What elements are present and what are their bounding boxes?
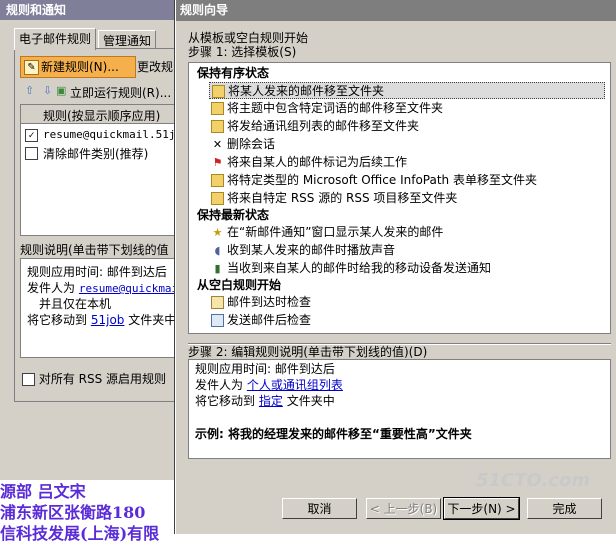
desc-line: 发件人为 resume@quickmai <box>27 281 179 295</box>
template-list: 保持有序状态 将某人发来的邮件移至文件夹 将主题中包含特定词语的邮件移至文件夹 … <box>188 62 611 334</box>
description-line: 规则应用时间: 邮件到达后 <box>195 362 335 376</box>
description-line: 将它移动到 指定 文件夹中 <box>195 394 335 408</box>
rule-label: resume@quickmail.51job <box>43 128 189 141</box>
new-rule-button[interactable]: ✎ 新建规则(N)... <box>20 56 136 78</box>
move-down-icon[interactable]: ⇩ <box>43 84 52 97</box>
step1-label: 步骤 1: 选择模板(S) <box>188 45 297 59</box>
group-heading: 保持最新状态 <box>197 208 270 222</box>
change-rule-button[interactable]: 更改规 <box>137 58 173 75</box>
star-icon: ★ <box>212 226 223 239</box>
watermark: 51CTO.com <box>476 470 591 491</box>
flag-icon: ⚑ <box>212 156 223 169</box>
folder-link[interactable]: 51job <box>91 313 125 327</box>
move-up-icon[interactable]: ⇧ <box>25 84 34 97</box>
envelope-icon <box>211 296 224 309</box>
folder-icon <box>211 174 224 187</box>
mobile-icon: ▮ <box>214 262 221 275</box>
wizard-title: 规则向导 <box>176 0 616 21</box>
desc-line: 并且仅在本机 <box>39 297 112 311</box>
folder-icon <box>211 192 224 205</box>
page-text-line: 信科技发展(上海)有限 <box>0 524 160 543</box>
rule-checkbox[interactable] <box>25 147 38 160</box>
folder-icon <box>211 120 224 133</box>
run-rules-now-button[interactable]: 立即运行规则(R)... <box>70 84 171 101</box>
rules-list: 规则(按显示顺序应用) ✓ resume@quickmail.51job 清除邮… <box>20 104 192 236</box>
desc-line: 规则应用时间: 邮件到达后 <box>27 265 167 279</box>
rule-checkbox[interactable]: ✓ <box>25 129 38 142</box>
template-item[interactable]: 将主题中包含特定词语的邮件移至文件夹 <box>209 100 605 117</box>
rule-row[interactable]: ✓ resume@quickmail.51job <box>25 127 191 143</box>
template-item[interactable]: ⚑ 将来自某人的邮件标记为后续工作 <box>209 154 605 171</box>
tab-manage-alerts[interactable]: 管理通知 <box>98 30 157 49</box>
back-button[interactable]: < 上一步(B) <box>366 498 441 519</box>
new-rule-label: 新建规则(N)... <box>41 60 119 74</box>
description-line: 发件人为 个人或通讯组列表 <box>195 378 343 392</box>
example-text: 示例: 将我的经理发来的邮件移至“重要性高”文件夹 <box>195 427 472 441</box>
template-item[interactable]: 邮件到达时检查 <box>209 294 605 311</box>
speaker-icon: ◖ <box>214 244 221 257</box>
template-item[interactable]: 将发给通讯组列表的邮件移至文件夹 <box>209 118 605 135</box>
rule-label: 清除邮件类别(推荐) <box>43 147 149 161</box>
rule-description-editor: 规则应用时间: 邮件到达后 发件人为 个人或通讯组列表 将它移动到 指定 文件夹… <box>188 359 611 459</box>
template-item[interactable]: ▮ 当收到来自某人的邮件时给我的移动设备发送通知 <box>209 260 605 277</box>
run-rules-icon: ▣ <box>56 84 67 97</box>
sender-link[interactable]: resume@quickmai <box>79 282 178 295</box>
group-heading: 保持有序状态 <box>197 66 270 80</box>
rss-rules-label: 对所有 RSS 源启用规则 <box>38 372 167 386</box>
group-heading: 从空白规则开始 <box>197 278 282 292</box>
next-button[interactable]: 下一步(N) > <box>443 497 520 520</box>
wizard-intro: 从模板或空白规则开始 <box>188 31 309 45</box>
template-item[interactable]: ★ 在“新邮件通知”窗口显示某人发来的邮件 <box>209 224 605 241</box>
folder-icon <box>212 85 225 98</box>
rule-description-box: 规则应用时间: 邮件到达后 发件人为 resume@quickmai 并且仅在本… <box>20 258 192 358</box>
rule-row[interactable]: 清除邮件类别(推荐) <box>25 145 191 161</box>
rules-list-header: 规则(按显示顺序应用) <box>43 109 161 123</box>
step2-label: 步骤 2: 编辑规则说明(单击带下划线的值)(D) <box>188 345 428 359</box>
rss-rules-checkbox[interactable] <box>22 373 35 386</box>
people-or-list-link[interactable]: 个人或通讯组列表 <box>247 378 343 392</box>
rss-rules-option[interactable]: 对所有 RSS 源启用规则 <box>22 370 166 387</box>
tab-email-rules[interactable]: 电子邮件规则 <box>14 28 97 50</box>
template-item[interactable]: ✕ 删除会话 <box>209 136 605 153</box>
template-item[interactable]: 发送邮件后检查 <box>209 312 605 329</box>
delete-icon: ✕ <box>212 138 223 151</box>
rules-dialog-title: 规则和通知 <box>0 0 190 20</box>
rule-description-label: 规则说明(单击带下划线的值 <box>20 243 169 257</box>
template-item[interactable]: ◖ 收到某人发来的邮件时播放声音 <box>209 242 605 259</box>
template-item[interactable]: 将某人发来的邮件移至文件夹 <box>209 82 605 99</box>
template-item[interactable]: 将来自特定 RSS 源的 RSS 项目移至文件夹 <box>209 190 605 207</box>
send-icon <box>211 314 224 327</box>
folder-icon <box>211 102 224 115</box>
new-rule-icon: ✎ <box>24 60 39 75</box>
cancel-button[interactable]: 取消 <box>282 498 357 519</box>
finish-button[interactable]: 完成 <box>527 498 602 519</box>
desc-line: 将它移动到 51job 文件夹中 <box>27 313 177 327</box>
rules-wizard-dialog: 规则向导 从模板或空白规则开始 步骤 1: 选择模板(S) 保持有序状态 将某人… <box>175 0 616 534</box>
specified-folder-link[interactable]: 指定 <box>259 394 283 408</box>
template-item[interactable]: 将特定类型的 Microsoft Office InfoPath 表单移至文件夹 <box>209 172 605 189</box>
